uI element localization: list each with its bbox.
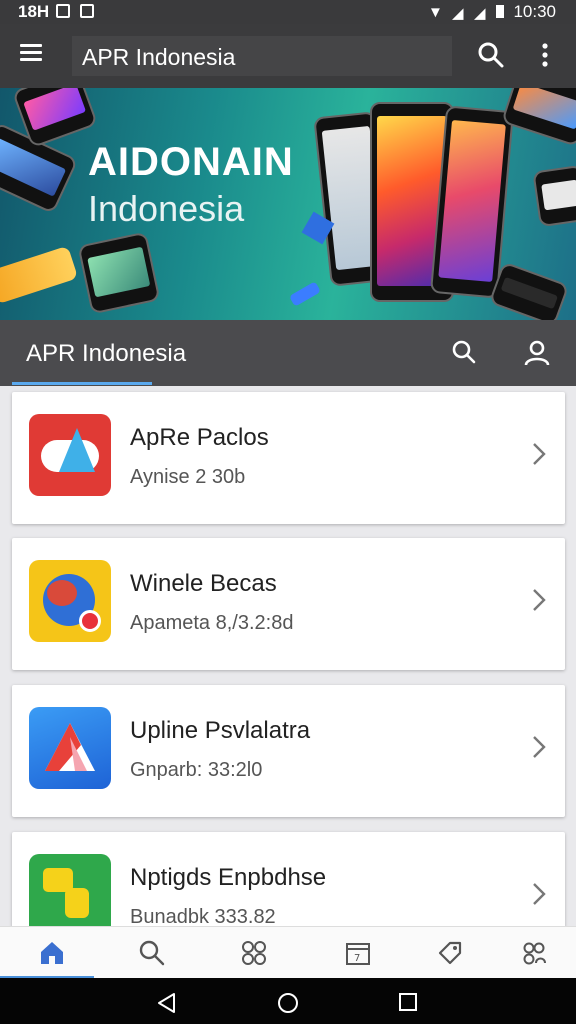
chevron-right-icon bbox=[533, 883, 546, 905]
signal-icon: ◢ bbox=[452, 5, 464, 22]
app-list-item[interactable]: Nptigds Enpbdhse Bunadbk 333.82 bbox=[12, 832, 565, 928]
section-header: APR Indonesia bbox=[0, 320, 576, 386]
decorative-shape bbox=[0, 245, 79, 305]
status-time-right: 10:30 bbox=[513, 2, 556, 21]
home-circle-icon[interactable] bbox=[277, 992, 299, 1014]
tag-icon[interactable] bbox=[436, 939, 464, 967]
phone-illustration bbox=[532, 164, 576, 228]
red-shape-icon bbox=[29, 414, 111, 496]
back-icon[interactable] bbox=[156, 992, 178, 1014]
battery-icon bbox=[496, 5, 504, 18]
triangle-logo-icon bbox=[29, 707, 111, 789]
search-icon[interactable] bbox=[452, 340, 476, 364]
app-title: APR Indonesia bbox=[82, 44, 236, 70]
search-icon[interactable] bbox=[478, 42, 504, 68]
wifi-icon: ▼ bbox=[428, 4, 443, 21]
app-meta: Gnparb: 33:2l0 bbox=[130, 759, 263, 781]
chevron-right-icon bbox=[533, 443, 546, 465]
signal-2-icon: ◢ bbox=[474, 5, 486, 22]
people-icon[interactable] bbox=[520, 939, 548, 967]
calendar-icon[interactable]: 7 bbox=[344, 939, 372, 967]
globe-icon bbox=[29, 560, 111, 642]
tab-indicator bbox=[12, 382, 152, 385]
app-list-item[interactable]: Upline Psvlalatra Gnparb: 33:2l0 bbox=[12, 685, 565, 817]
section-title[interactable]: APR Indonesia bbox=[26, 340, 186, 368]
decorative-shape bbox=[289, 281, 321, 307]
phone-illustration bbox=[500, 88, 576, 147]
image-notification-icon bbox=[80, 4, 94, 18]
recents-icon[interactable] bbox=[398, 992, 418, 1012]
app-list-item[interactable]: ApRe Paclos Aynise 2 30b bbox=[12, 392, 565, 524]
app-list-item[interactable]: Winele Becas Apameta 8,/3.2:8d bbox=[12, 538, 565, 670]
user-icon[interactable] bbox=[524, 340, 550, 366]
banner-headline: AIDONAIN bbox=[88, 140, 294, 184]
hand-pointer-icon bbox=[29, 854, 111, 928]
phone-illustration bbox=[77, 231, 161, 315]
chevron-right-icon bbox=[533, 736, 546, 758]
promo-banner[interactable]: AIDONAIN Indonesia bbox=[0, 88, 576, 320]
search-icon[interactable] bbox=[138, 939, 166, 967]
grid-icon[interactable] bbox=[240, 939, 268, 967]
svg-text:7: 7 bbox=[354, 953, 360, 964]
app-meta: Bunadbk 333.82 bbox=[130, 906, 276, 928]
chevron-right-icon bbox=[533, 589, 546, 611]
home-icon[interactable] bbox=[38, 939, 66, 967]
app-name: ApRe Paclos bbox=[130, 424, 269, 451]
bottom-navigation: 7 bbox=[0, 926, 576, 979]
app-name: Upline Psvlalatra bbox=[130, 717, 311, 744]
hamburger-icon[interactable] bbox=[20, 44, 42, 62]
app-bar: APR Indonesia bbox=[0, 24, 576, 88]
app-meta: Aynise 2 30b bbox=[130, 466, 246, 488]
status-time-left: 18H bbox=[18, 2, 50, 21]
app-meta: Apameta 8,/3.2:8d bbox=[130, 612, 294, 634]
status-bar: 18H ▼ ◢ ◢ 10:30 bbox=[0, 0, 576, 24]
banner-subline: Indonesia bbox=[88, 188, 245, 229]
app-name: Nptigds Enpbdhse bbox=[130, 864, 327, 891]
phone-illustration bbox=[488, 261, 570, 320]
notification-icon bbox=[56, 4, 70, 18]
app-name: Winele Becas bbox=[130, 570, 277, 597]
system-navigation-bar bbox=[0, 978, 576, 1024]
more-vert-icon[interactable] bbox=[540, 42, 550, 68]
